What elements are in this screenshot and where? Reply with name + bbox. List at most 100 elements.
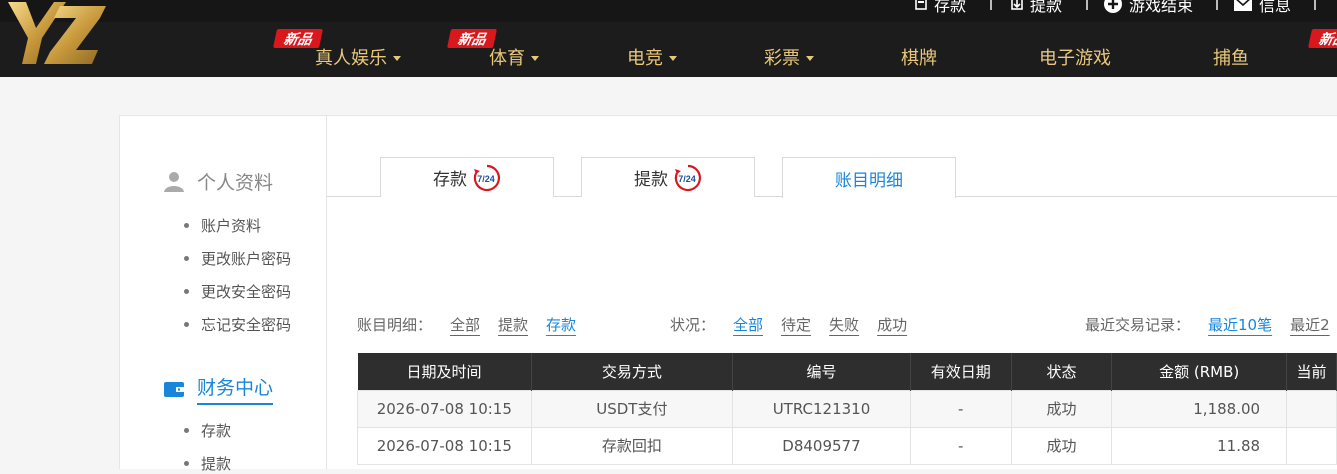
util-divider (1216, 0, 1218, 10)
nav-lottery-label: 彩票 (764, 48, 800, 69)
sidebar-item-forgot-security-password[interactable]: 忘记安全密码 (184, 314, 291, 335)
sidebar-item-label: 提款 (201, 455, 232, 473)
site-logo[interactable] (2, 0, 110, 66)
cell-valid-date: - (909, 426, 1012, 465)
col-status: 状态 (1011, 353, 1113, 390)
nav-slot-games-label: 电子游戏 (1039, 48, 1111, 69)
sidebar-item-label: 账户资料 (201, 217, 262, 235)
tab-account-details-label: 账目明细 (835, 170, 903, 191)
util-deposit[interactable]: 存款 (914, 0, 966, 15)
col-amount: 金额 (RMB) (1111, 353, 1288, 390)
cell-amount: 11.88 (1111, 426, 1288, 465)
nav-live-casino[interactable]: 真人娱乐 (315, 44, 401, 70)
transactions-table: 日期及时间 交易方式 编号 有效日期 状态 金额 (RMB) 当前 2026-0… (357, 353, 1337, 465)
nav-chess-cards-label: 棋牌 (901, 48, 937, 69)
sidebar-item-label: 更改账户密码 (201, 250, 292, 268)
filter-status-all[interactable]: 全部 (733, 314, 763, 335)
filter-status-failed[interactable]: 失败 (829, 314, 859, 335)
cell-datetime: 2026-07-08 10:15 (357, 389, 532, 428)
sidebar-item-withdraw[interactable]: 提款 (184, 453, 231, 474)
deposit-icon (915, 0, 927, 10)
nav-fishing[interactable]: 捕鱼 (1213, 44, 1249, 70)
sidebar-item-account-info[interactable]: 账户资料 (184, 215, 261, 236)
cell-method: 存款回扣 (530, 426, 734, 465)
sidebar-item-label: 忘记安全密码 (201, 316, 292, 334)
col-current: 当前 (1286, 353, 1337, 390)
util-game-over[interactable]: 游戏结束 (1103, 0, 1194, 15)
tab-deposit[interactable]: 存款 7/24 (380, 157, 554, 197)
cell-number: D8409577 (732, 426, 911, 465)
nav-esports-label: 电竞 (627, 48, 663, 69)
util-game-over-label: 游戏结束 (1129, 0, 1194, 15)
util-divider (1086, 0, 1088, 10)
cell-valid-date: - (909, 389, 1012, 428)
chevron-down-icon (669, 55, 677, 61)
tab-account-details[interactable]: 账目明细 (782, 157, 956, 198)
col-number: 编号 (732, 353, 911, 390)
clock-24-7-icon: 7/24 (473, 164, 500, 191)
mail-icon (1234, 0, 1252, 11)
finance-section-label: 财务中心 (197, 373, 274, 405)
filter-recent-other[interactable]: 最近2 (1290, 314, 1330, 335)
util-messages-label: 信息 (1259, 0, 1292, 15)
withdraw-icon (1011, 0, 1023, 10)
nav-lottery[interactable]: 彩票 (764, 44, 814, 70)
nav-live-casino-label: 真人娱乐 (315, 48, 387, 69)
top-header: 存款 提款 游戏结束 信息 新品 真人娱乐 新品 体育 电竞 彩票 棋牌 电子游… (0, 0, 1337, 77)
nav-sports[interactable]: 体育 (489, 44, 539, 70)
cell-status: 成功 (1010, 389, 1113, 428)
user-icon (164, 171, 184, 192)
tab-withdraw-label: 提款 (634, 170, 668, 190)
detail-filter: 账目明细： 全部 提款 存款 (357, 314, 594, 335)
filter-detail-withdraw[interactable]: 提款 (498, 314, 528, 335)
nav-fishing-label: 捕鱼 (1213, 48, 1249, 69)
filter-status-success[interactable]: 成功 (877, 314, 907, 335)
svg-text:7/24: 7/24 (477, 174, 495, 184)
util-divider (1314, 0, 1316, 10)
new-badge: 新品 (1307, 29, 1337, 48)
chevron-down-icon (806, 55, 814, 61)
plus-circle-icon (1104, 0, 1122, 13)
cell-datetime: 2026-07-08 10:15 (357, 426, 532, 465)
table-row: 2026-07-08 10:15 USDT支付 UTRC121310 - 成功 … (357, 389, 1337, 428)
cell-current (1286, 426, 1337, 465)
filter-status-pending[interactable]: 待定 (781, 314, 811, 335)
cell-status: 成功 (1010, 426, 1113, 465)
sidebar-item-label: 更改安全密码 (201, 283, 292, 301)
sidebar-item-change-password[interactable]: 更改账户密码 (184, 248, 291, 269)
finance-section-title[interactable]: 财务中心 (163, 373, 274, 405)
profile-section-label: 个人资料 (197, 172, 274, 194)
filter-recent-10[interactable]: 最近10笔 (1208, 314, 1272, 335)
chevron-down-icon (531, 55, 539, 61)
status-filter-label: 状况： (670, 316, 716, 334)
chevron-down-icon (393, 55, 401, 61)
sidebar-item-deposit[interactable]: 存款 (184, 420, 231, 441)
cell-number: UTRC121310 (732, 389, 911, 428)
wallet-icon (164, 382, 184, 397)
util-messages[interactable]: 信息 (1233, 0, 1292, 15)
filter-detail-all[interactable]: 全部 (450, 314, 480, 335)
table-row: 2026-07-08 10:15 存款回扣 D8409577 - 成功 11.8… (357, 426, 1337, 465)
sidebar-item-label: 存款 (201, 422, 232, 440)
account-sidebar: 个人资料 账户资料 更改账户密码 更改安全密码 忘记安全密码 财务中心 存款 提… (119, 115, 326, 473)
util-divider (990, 0, 992, 10)
nav-esports[interactable]: 电竞 (627, 44, 677, 70)
nav-slot-games[interactable]: 电子游戏 (1039, 44, 1111, 70)
nav-chess-cards[interactable]: 棋牌 (901, 44, 937, 70)
col-method: 交易方式 (531, 353, 734, 390)
tab-withdraw[interactable]: 提款 7/24 (581, 157, 755, 197)
cell-current (1286, 389, 1337, 428)
nav-sports-label: 体育 (489, 48, 525, 69)
col-datetime: 日期及时间 (357, 353, 532, 390)
col-valid-date: 有效日期 (910, 353, 1012, 390)
util-withdraw[interactable]: 提款 (1010, 0, 1063, 15)
detail-filter-label: 账目明细： (357, 316, 433, 334)
tab-deposit-label: 存款 (433, 170, 467, 190)
recent-filter-label: 最近交易记录： (1085, 316, 1191, 334)
sidebar-item-change-security-password[interactable]: 更改安全密码 (184, 281, 291, 302)
util-withdraw-label: 提款 (1030, 0, 1063, 15)
profile-section-title[interactable]: 个人资料 (163, 168, 273, 195)
filter-detail-deposit[interactable]: 存款 (546, 314, 576, 335)
cell-amount: 1,188.00 (1111, 389, 1288, 428)
main-panel: 存款 7/24 提款 7/24 账目明细 账目明细： 全部 提款 存款 状况： … (326, 115, 1337, 469)
